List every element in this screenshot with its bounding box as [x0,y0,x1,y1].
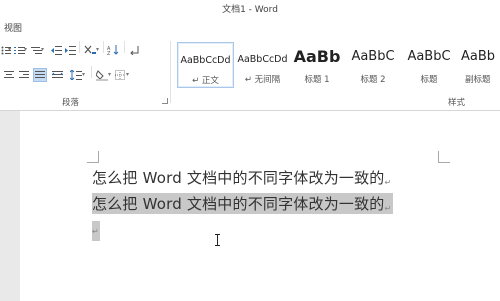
decrease-indent-icon[interactable] [50,45,62,55]
crop-mark [438,151,450,163]
shading-icon[interactable] [96,69,108,81]
style-title[interactable]: AaBbC 标题 [401,42,457,88]
chevron-down-icon[interactable]: ▾ [8,46,11,53]
chevron-down-icon[interactable]: ▾ [24,46,27,53]
chevron-down-icon[interactable]: ▾ [41,46,44,53]
chevron-down-icon[interactable]: ▾ [108,71,111,78]
tab-view[interactable]: 视图 [4,21,22,34]
style-name: 标题 2 [360,75,386,85]
sort-icon[interactable]: AZ [107,45,119,55]
document-page[interactable]: 怎么把 Word 文档中的不同字体改为一致的↵ 怎么把 Word 文档中的不同字… [20,111,500,301]
styles-group-label: 样式 [448,98,466,108]
paragraph-mark: ↵ [384,178,392,187]
style-normal[interactable]: AaBbCcDd ↵ 正文 [177,42,234,88]
styles-gallery: AaBbCcDd ↵ 正文 AaBbCcDd ↵ 无间隔 AaBb 标题 1 A… [175,39,500,91]
style-sample: AaBbCcDd [237,54,288,65]
ribbon-tab-row: 视图 [0,17,500,37]
chevron-down-icon[interactable]: ▾ [126,71,129,78]
divider [170,41,171,103]
align-center-icon[interactable] [3,70,15,80]
divider [79,41,80,53]
justify-icon[interactable] [33,68,47,82]
paragraph-group-label: 段落 [62,98,80,108]
style-name: 副标题 [465,75,491,85]
show-hide-marks-icon[interactable] [128,45,140,55]
paragraph-mark: ↵ [92,227,99,236]
chevron-down-icon[interactable]: ▾ [96,46,99,53]
divider [91,66,92,78]
align-right-icon[interactable] [18,70,30,80]
style-name: ↵ 无间隔 [244,75,281,85]
divider [103,41,104,53]
style-subtitle[interactable]: AaBb 副标题 [457,42,500,88]
svg-text:Z: Z [107,51,111,55]
empty-paragraph-selected[interactable]: ↵ [92,221,100,241]
distributed-icon[interactable] [51,70,63,80]
i-beam-cursor-icon [214,231,221,246]
style-heading-1[interactable]: AaBb 标题 1 [291,42,343,88]
style-sample: AaBb [293,47,341,66]
window-title: 文档1 - Word [222,5,278,15]
paragraph-mark: ↵ [384,204,392,213]
style-name: 标题 1 [304,75,330,85]
line-spacing-icon[interactable] [70,70,82,80]
style-name: 标题 [420,75,438,85]
style-no-spacing[interactable]: AaBbCcDd ↵ 无间隔 [234,42,291,88]
crop-mark [87,151,99,163]
style-sample: AaBbC [407,49,451,64]
asian-layout-icon[interactable] [84,45,96,55]
chevron-down-icon[interactable]: ▾ [82,71,85,78]
title-bar: 文档1 - Word [0,0,500,17]
paragraph-text: 怎么把 Word 文档中的不同字体改为一致的 [92,169,385,187]
paragraph-dialog-launcher-icon[interactable] [162,98,168,104]
style-heading-2[interactable]: AaBbC 标题 2 [345,42,401,88]
borders-icon[interactable] [114,70,126,80]
style-sample: AaBb [461,49,496,64]
style-sample: AaBbCcDd [180,55,231,66]
paragraph-2-selected[interactable]: 怎么把 Word 文档中的不同字体改为一致的↵ [92,193,394,214]
paragraph-1[interactable]: 怎么把 Word 文档中的不同字体改为一致的↵ [92,167,391,188]
paragraph-text: 怎么把 Word 文档中的不同字体改为一致的 [92,195,385,213]
style-name: ↵ 正文 [192,76,219,86]
document-area: 怎么把 Word 文档中的不同字体改为一致的↵ 怎么把 Word 文档中的不同字… [0,111,500,301]
increase-indent-icon[interactable] [64,45,76,55]
ribbon: ▾ ▾ ▾ ▾ AZ ▾ ▾ ▾ 段落 AaBbCcDd ↵ 正文 AaBbCc… [0,37,500,111]
style-sample: AaBbC [351,49,395,64]
divider [124,41,125,53]
